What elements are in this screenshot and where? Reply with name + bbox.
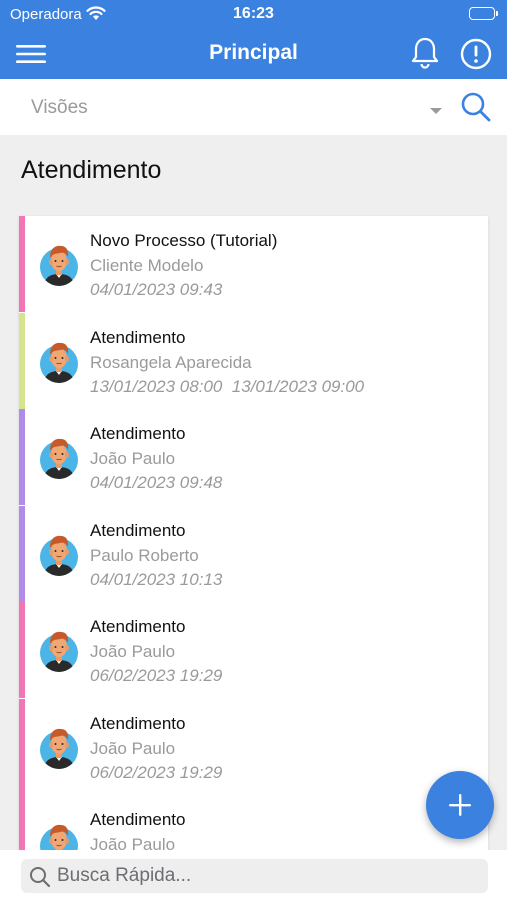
item-title: Atendimento	[90, 810, 186, 829]
item-title: Novo Processo (Tutorial)	[90, 231, 278, 250]
item-date: 04/01/2023 09:48	[90, 473, 223, 492]
quick-search-bar	[0, 850, 507, 900]
add-button[interactable]	[426, 771, 494, 839]
plus-icon	[449, 794, 471, 816]
views-filter-bar: Visões	[0, 79, 507, 135]
item-title: Atendimento	[90, 327, 186, 347]
item-title: Atendimento	[90, 617, 186, 636]
search-icon[interactable]	[460, 91, 492, 128]
item-date: 13/01/2023 08:00 13/01/2023 09:00	[90, 376, 365, 396]
item-subtitle: Rosangela Aparecida	[90, 352, 252, 372]
item-subtitle: Cliente Modelo	[90, 256, 204, 275]
avatar	[38, 340, 80, 384]
list-item[interactable]: Atendimento João Paulo 04/01/2023 09:48	[19, 409, 488, 505]
views-dropdown[interactable]: Visões	[31, 97, 88, 119]
status-color-bar	[19, 216, 25, 312]
item-date: 06/02/2023 19:29	[90, 666, 223, 685]
list-item[interactable]: Atendimento João Paulo 06/02/2023 19:29	[19, 602, 488, 698]
process-list: Novo Processo (Tutorial) Cliente Modelo …	[19, 216, 488, 856]
avatar	[38, 726, 80, 770]
clock: 16:23	[233, 5, 274, 22]
list-item[interactable]: Atendimento Rosangela Aparecida 13/01/20…	[19, 312, 488, 409]
list-item[interactable]: Atendimento Paulo Roberto 04/01/2023 10:…	[19, 505, 488, 602]
avatar	[38, 436, 80, 480]
list-item[interactable]: Atendimento João Paulo	[19, 795, 488, 856]
quick-search-input[interactable]	[57, 861, 477, 891]
item-date: 04/01/2023 09:43	[90, 280, 223, 299]
item-title: Atendimento	[90, 520, 186, 540]
item-subtitle: João Paulo	[90, 449, 176, 468]
app-header: Principal	[0, 30, 507, 79]
item-title: Atendimento	[90, 424, 186, 443]
battery-icon	[469, 7, 498, 20]
chevron-down-icon[interactable]	[429, 102, 443, 120]
avatar	[38, 243, 80, 287]
hamburger-menu-icon[interactable]	[16, 42, 46, 66]
item-subtitle: Paulo Roberto	[90, 545, 199, 565]
quick-search-field	[21, 859, 488, 893]
item-date: 04/01/2023 10:13	[90, 569, 223, 589]
avatar	[38, 629, 80, 673]
item-subtitle: João Paulo	[90, 738, 176, 758]
status-color-bar	[19, 698, 25, 795]
status-color-bar	[19, 602, 25, 698]
status-color-bar	[19, 795, 25, 856]
search-icon	[29, 866, 51, 893]
section-title: Atendimento	[21, 156, 162, 184]
list-item[interactable]: Novo Processo (Tutorial) Cliente Modelo …	[19, 216, 488, 312]
status-color-bar	[19, 409, 25, 505]
item-subtitle: João Paulo	[90, 642, 176, 661]
avatar	[38, 533, 80, 577]
list-item[interactable]: Atendimento João Paulo 06/02/2023 19:29	[19, 698, 488, 795]
item-date: 06/02/2023 19:29	[90, 762, 223, 782]
info-alert-icon[interactable]	[459, 37, 493, 71]
item-title: Atendimento	[90, 713, 186, 733]
bell-icon[interactable]	[409, 36, 441, 70]
status-bar: Operadora 16:23	[0, 0, 507, 30]
status-color-bar	[19, 505, 25, 602]
status-color-bar	[19, 312, 25, 409]
